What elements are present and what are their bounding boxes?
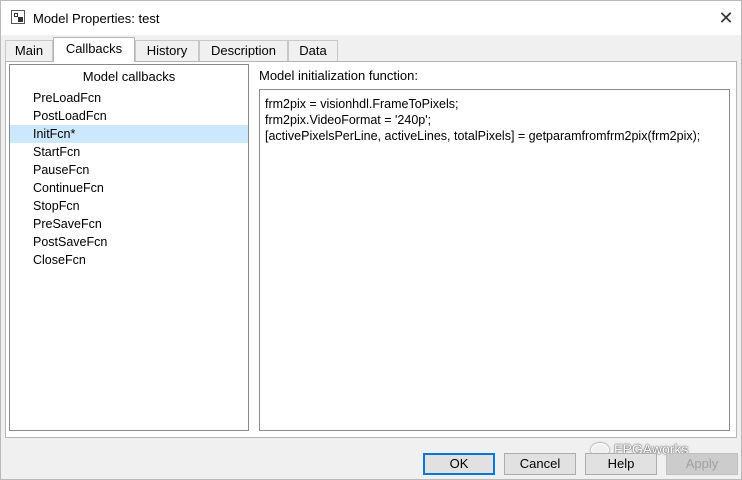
callback-item-continuefcn[interactable]: ContinueFcn [10,179,248,197]
callback-item-preloadfcn[interactable]: PreLoadFcn [10,89,248,107]
callback-item-postloadfcn[interactable]: PostLoadFcn [10,107,248,125]
callbacks-header: Model callbacks [82,69,176,84]
help-button[interactable]: Help [585,453,657,475]
cancel-button[interactable]: Cancel [504,453,576,475]
callback-item-presavefcn[interactable]: PreSaveFcn [10,215,248,233]
title-bar: Model Properties: test ✕ [1,1,741,35]
apply-button[interactable]: Apply [666,453,738,475]
callback-item-pausefcn[interactable]: PauseFcn [10,161,248,179]
callback-item-postsavefcn[interactable]: PostSaveFcn [10,233,248,251]
callback-item-startfcn[interactable]: StartFcn [10,143,248,161]
model-icon [11,10,25,24]
code-editor[interactable]: frm2pix = visionhdl.FrameToPixels; frm2p… [259,89,730,431]
window-title: Model Properties: test [33,11,160,26]
tab-data[interactable]: Data [288,40,338,61]
close-icon[interactable]: ✕ [715,7,737,29]
callback-item-initfcn[interactable]: InitFcn* [10,125,248,143]
tab-callbacks[interactable]: Callbacks [53,37,135,62]
callbacks-list: PreLoadFcn PostLoadFcn InitFcn* StartFcn… [10,89,248,269]
tab-description[interactable]: Description [199,40,288,61]
callback-item-stopfcn[interactable]: StopFcn [10,197,248,215]
function-label: Model initialization function: [259,68,418,83]
callbacks-list-box: Model callbacks PreLoadFcn PostLoadFcn I… [9,64,249,431]
model-properties-dialog: Model Properties: test ✕ Main Callbacks … [0,0,742,480]
callback-item-closefcn[interactable]: CloseFcn [10,251,248,269]
tab-bar: Main Callbacks History Description Data [1,37,741,62]
tab-history[interactable]: History [135,40,199,61]
tab-main[interactable]: Main [5,40,53,61]
ok-button[interactable]: OK [423,453,495,475]
